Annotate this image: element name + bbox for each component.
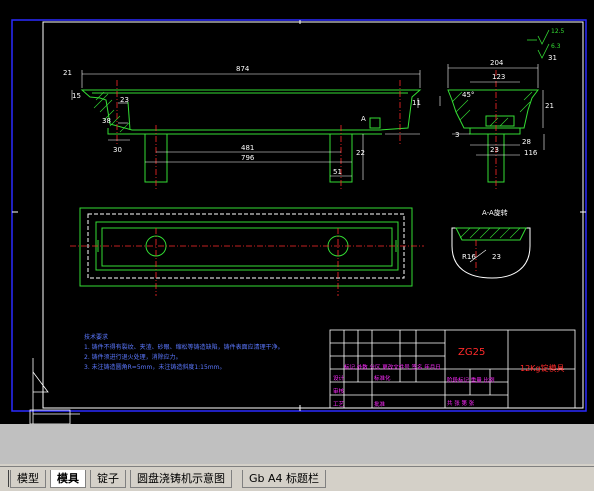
tb-sheets: 共 张 第 张 [447,401,475,407]
layout-tab-bar: 模型 模具 锭子 圆盘浇铸机示意图 Gb A4 标题栏 [0,466,594,491]
dim-11: 11 [412,99,421,107]
roughness-1: 12.5 [551,28,565,35]
notes-line-2: 2. 铸件须进行退火处理，消除应力。 [84,354,182,361]
dim-116: 116 [524,149,538,157]
dim-3: 3 [455,131,460,139]
tb-stage: 阶段标记 重量 比例 [447,378,495,384]
tb-process: 工艺 [333,402,345,408]
tab-mold[interactable]: 模具 [50,470,86,488]
tb-row-header: 标记 处数 分区 更改文件号 签名 年月日 [344,365,441,371]
tab-separator [8,470,9,487]
tb-design: 设计 [333,376,345,382]
tab-model[interactable]: 模型 [10,470,46,488]
dim-51: 51 [333,168,342,176]
front-view [80,89,422,183]
section-dim-r16: R16 [462,253,476,261]
notes-title: 技术要求 [84,334,109,341]
section-label: A-A旋转 [482,209,508,217]
tb-standard: 标准化 [374,376,391,382]
side-view [447,89,539,183]
tab-disc-caster-diagram[interactable]: 圆盘浇铸机示意图 [130,470,232,488]
dim-22: 22 [356,149,365,157]
dim-874: 874 [236,65,250,73]
part-name: 12Kg锭模具 [520,364,565,373]
section-dim-23: 23 [492,253,501,261]
tb-review: 审核 [333,389,345,395]
dim-796: 796 [241,154,255,162]
tab-ingot[interactable]: 锭子 [90,470,126,488]
top-view [79,207,413,287]
command-area [0,424,594,464]
tab-gb-a4-titleblock[interactable]: Gb A4 标题栏 [242,470,327,488]
material-label: ZG25 [458,347,486,358]
tb-approve: 批准 [374,402,386,408]
dim-38: 38 [102,117,111,125]
dim-21: 21 [63,69,72,77]
dim-28: 28 [522,138,531,146]
drawing-canvas[interactable]: 874 21 15 23 38 30 481 796 22 51 11 A 20… [0,0,594,424]
roughness-2: 6.3 [551,43,561,50]
notes-line-3: 3. 未注铸造圆角R=5mm，未注铸造斜度1:15mm。 [84,364,226,371]
section-mark-a: A [361,115,366,123]
dim-right-23: 23 [490,146,499,154]
dim-45deg: 45° [462,91,475,99]
dim-123: 123 [492,73,506,81]
dim-15: 15 [72,92,81,100]
technical-notes: 技术要求 1. 铸件不得有裂纹、夹渣、砂眼、缩松等铸造缺陷，铸件表面应清理干净。… [84,333,284,373]
dim-30: 30 [113,146,122,154]
dim-31: 31 [548,54,557,62]
dim-204: 204 [490,59,504,67]
dim-481: 481 [241,144,255,152]
dim-23: 23 [120,96,129,104]
notes-line-1: 1. 铸件不得有裂纹、夹渣、砂眼、缩松等铸造缺陷，铸件表面应清理干净。 [84,344,284,351]
dim-right-21: 21 [545,102,554,110]
